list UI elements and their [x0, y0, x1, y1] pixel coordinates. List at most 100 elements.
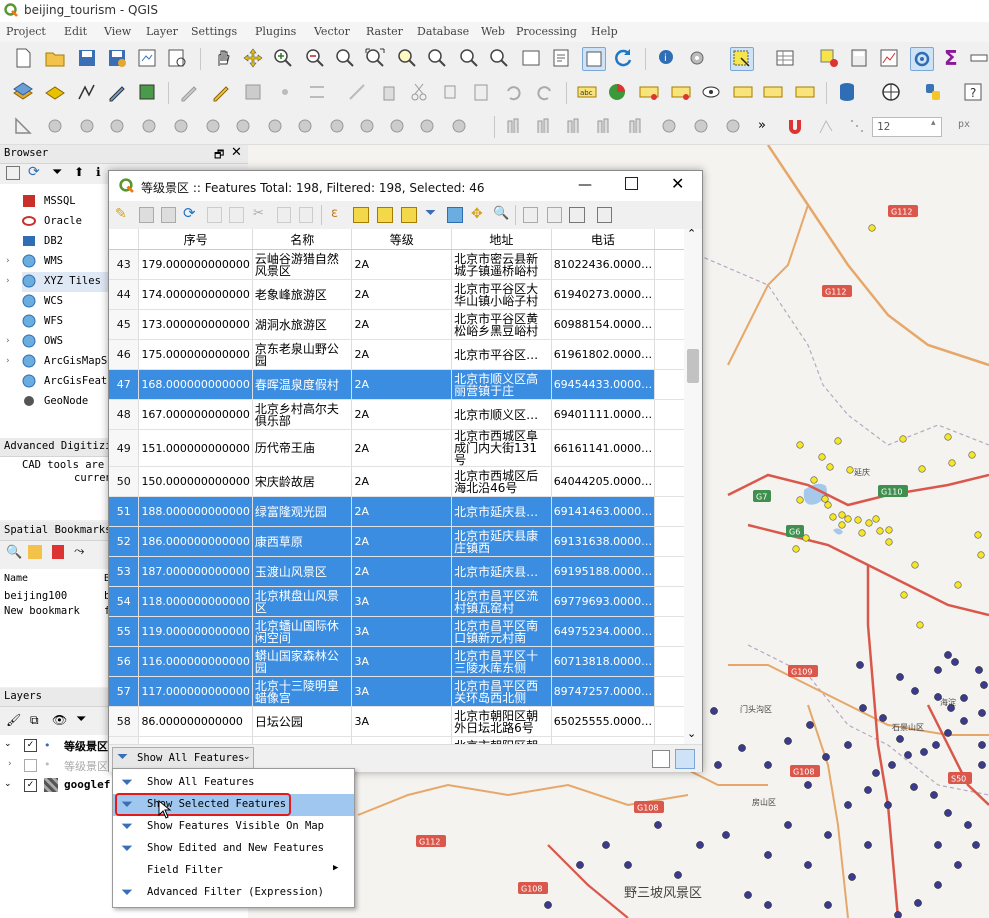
point-marker[interactable] [980, 681, 988, 689]
label-pin2-icon[interactable] [670, 81, 692, 103]
bookmark-name-1[interactable]: beijing100 [4, 590, 67, 602]
cell-name[interactable]: 北京棋盘山风景区 [252, 586, 353, 617]
cell-address[interactable]: 北京市平谷区大华山镇小峪子村 [451, 279, 552, 310]
point-marker[interactable] [910, 783, 918, 791]
scroll-up-icon[interactable]: ⌃ [687, 227, 696, 240]
cell-seq[interactable]: 119.000000000000 [138, 616, 253, 647]
column-header-address[interactable]: 地址 [451, 229, 552, 250]
menu-plugins[interactable]: Plugins [255, 25, 296, 38]
delete-selected-icon[interactable] [378, 81, 400, 103]
paste-icon[interactable] [299, 207, 313, 223]
add-group-icon[interactable]: ⧉ [30, 713, 39, 728]
point-marker[interactable] [576, 861, 584, 869]
shape-tool-10-icon[interactable] [326, 115, 348, 137]
label-change-icon[interactable] [794, 81, 816, 103]
point-marker[interactable] [932, 741, 940, 749]
cell-seq[interactable]: 175.000000000000 [138, 339, 253, 370]
cell-tel[interactable]: 81022436.0000… [551, 249, 656, 280]
selected-point-marker[interactable] [872, 515, 880, 523]
menu-web[interactable]: Web [481, 25, 505, 38]
column-header-tel[interactable]: 电话 [551, 229, 656, 250]
point-marker[interactable] [804, 861, 812, 869]
cell-seq[interactable]: 168.000000000000 [138, 369, 253, 400]
cell-grade[interactable]: 3A [351, 736, 453, 744]
cell-seq[interactable]: 116.000000000000 [138, 646, 253, 677]
toggle-editing-icon[interactable] [210, 81, 232, 103]
cell-name[interactable]: 绿富隆观光园 [252, 496, 353, 527]
maximize-icon[interactable] [625, 177, 638, 190]
selected-point-marker[interactable] [974, 531, 982, 539]
shape-tool-12-icon[interactable] [386, 115, 408, 137]
filter-select-icon[interactable]: ⏷ [425, 205, 436, 221]
cell-address[interactable]: 北京市密云县新城子镇遥桥峪村 [451, 249, 552, 280]
row-number[interactable]: 58 [109, 706, 140, 737]
cell-seq[interactable]: 167.000000000000 [138, 399, 253, 430]
move-feature-icon[interactable] [346, 81, 368, 103]
open-project-icon[interactable] [44, 47, 66, 69]
cell-grade[interactable]: 2A [351, 429, 453, 467]
table-row[interactable]: 44 174.000000000000 老象峰旅游区 2A 北京市平谷区大华山镇小峪子村… [109, 279, 702, 310]
selected-point-marker[interactable] [876, 527, 884, 535]
point-marker[interactable] [848, 873, 856, 881]
cell-tel[interactable]: 64044205.0000… [551, 466, 656, 497]
browser-refresh-icon[interactable]: ⟳ [28, 164, 40, 180]
tolerance-input[interactable]: 12 ▴ [872, 117, 942, 137]
filter-mode-button[interactable]: ⏷ Show All Features ⌄ [112, 747, 254, 770]
snap-tool-2-icon[interactable] [534, 115, 556, 137]
new-field-icon[interactable] [523, 207, 538, 223]
row-number[interactable]: 50 [109, 466, 140, 497]
print-layout-icon[interactable] [136, 47, 158, 69]
row-number[interactable]: 48 [109, 399, 140, 430]
point-marker[interactable] [674, 871, 682, 879]
cell-tel[interactable]: 60713818.0000… [551, 646, 656, 677]
row-number[interactable]: 52 [109, 526, 140, 557]
delete-feature-icon[interactable] [229, 207, 244, 223]
cell-grade[interactable]: 2A [351, 556, 453, 587]
point-marker[interactable] [944, 651, 952, 659]
vertical-scrollbar[interactable]: ⌃ ⌄ [684, 227, 702, 744]
menu-project[interactable]: Project [6, 25, 46, 38]
cell-seq[interactable]: 150.000000000000 [138, 466, 253, 497]
cell-seq[interactable]: 174.000000000000 [138, 279, 253, 310]
selected-point-marker[interactable] [968, 451, 976, 459]
cell-grade[interactable]: 3A [351, 676, 453, 707]
identify-icon[interactable]: i [656, 47, 678, 69]
cell-address[interactable]: 北京市延庆县… [451, 556, 552, 587]
point-marker[interactable] [954, 861, 962, 869]
delete-bookmark-icon[interactable] [52, 545, 64, 559]
selected-point-marker[interactable] [824, 501, 832, 509]
table-row[interactable]: 56 116.000000000000 蟒山国家森林公园 3A 北京市昌平区十三陵水库东… [109, 646, 702, 677]
magnet-snapping-icon[interactable] [784, 115, 806, 137]
cell-tel[interactable]: 69195188.0000… [551, 556, 656, 587]
point-marker[interactable] [844, 801, 852, 809]
point-marker[interactable] [696, 841, 704, 849]
cell-tel[interactable]: 69141463.0000… [551, 496, 656, 527]
point-marker[interactable] [738, 744, 746, 752]
cell-seq[interactable]: 186.000000000000 [138, 526, 253, 557]
point-marker[interactable] [859, 704, 867, 712]
column-header-seq[interactable]: 序号 [138, 229, 253, 250]
cell-tel[interactable]: 69401111.0000… [551, 399, 656, 430]
zoom-to-bookmark-icon[interactable]: 🔍 [6, 545, 22, 560]
selected-point-marker[interactable] [865, 519, 873, 527]
cell-seq[interactable]: 179.000000000000 [138, 249, 253, 280]
move-selection-top-icon[interactable] [447, 207, 463, 223]
zoom-to-layer-icon[interactable] [426, 47, 448, 69]
zoom-out-icon[interactable] [304, 47, 326, 69]
selected-point-marker[interactable] [944, 433, 952, 441]
cell-grade[interactable]: 2A [351, 279, 453, 310]
cell-name[interactable]: 云岫谷游猎自然风景区 [252, 249, 353, 280]
point-marker[interactable] [624, 861, 632, 869]
table-row[interactable]: 45 173.000000000000 湖洞水旅游区 2A 北京市平谷区黄松峪乡黑豆峪村… [109, 309, 702, 340]
selected-point-marker[interactable] [977, 551, 985, 559]
pan-map-to-selected-icon[interactable]: ✥ [471, 206, 483, 222]
paste-icon[interactable] [470, 81, 492, 103]
shape-tool-1-icon[interactable] [44, 115, 66, 137]
point-marker[interactable] [888, 761, 896, 769]
expand-arrow-icon[interactable]: › [8, 759, 12, 769]
close-panel-icon[interactable]: ✕ [231, 145, 242, 160]
table-row[interactable]: 50 150.000000000000 宋庆龄故居 2A 北京市西城区后海北沿46号 64… [109, 466, 702, 497]
snap-tool-5-icon[interactable] [626, 115, 648, 137]
cell-tel[interactable]: 60988154.0000… [551, 309, 656, 340]
shape-tool-8-icon[interactable] [264, 115, 286, 137]
